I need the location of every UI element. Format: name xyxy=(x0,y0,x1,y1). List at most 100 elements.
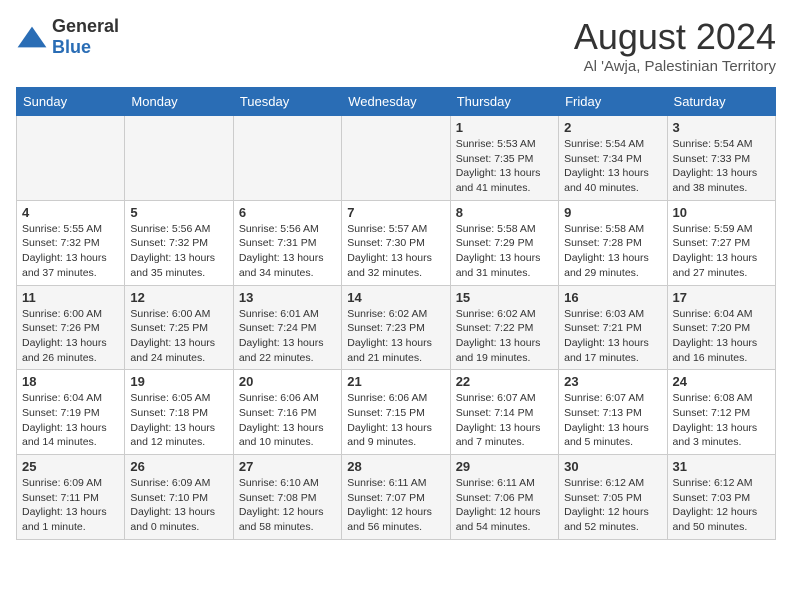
day-cell: 4Sunrise: 5:55 AMSunset: 7:32 PMDaylight… xyxy=(17,200,125,285)
day-number: 31 xyxy=(673,459,770,474)
weekday-header-tuesday: Tuesday xyxy=(233,88,341,116)
day-info: Sunrise: 6:09 AMSunset: 7:10 PMDaylight:… xyxy=(130,476,227,535)
day-cell: 25Sunrise: 6:09 AMSunset: 7:11 PMDayligh… xyxy=(17,455,125,540)
location: Al 'Awja, Palestinian Territory xyxy=(574,58,776,75)
day-number: 8 xyxy=(456,205,553,220)
day-cell: 12Sunrise: 6:00 AMSunset: 7:25 PMDayligh… xyxy=(125,285,233,370)
day-cell: 16 Sunrise: 6:03 AMSunset: 7:21 PMDayligh… xyxy=(559,285,667,370)
day-number: 10 xyxy=(673,205,770,220)
day-info: Sunrise: 6:11 AMSunset: 7:06 PMDaylight:… xyxy=(456,476,553,535)
day-cell: 14 Sunrise: 6:02 AMSunset: 7:23 PMDayligh… xyxy=(342,285,450,370)
day-cell: 9 Sunrise: 5:58 AMSunset: 7:28 PMDaylight… xyxy=(559,200,667,285)
day-cell: 8 Sunrise: 5:58 AMSunset: 7:29 PMDaylight… xyxy=(450,200,558,285)
day-info: Sunrise: 5:54 AMSunset: 7:33 PMDaylight:… xyxy=(673,137,770,196)
day-number: 22 xyxy=(456,374,553,389)
day-info: Sunrise: 6:12 AMSunset: 7:03 PMDaylight:… xyxy=(673,476,770,535)
weekday-header-monday: Monday xyxy=(125,88,233,116)
day-cell: 7Sunrise: 5:57 AMSunset: 7:30 PMDaylight… xyxy=(342,200,450,285)
day-cell: 26 Sunrise: 6:09 AMSunset: 7:10 PMDayligh… xyxy=(125,455,233,540)
week-row-5: 25Sunrise: 6:09 AMSunset: 7:11 PMDayligh… xyxy=(17,455,776,540)
title-area: August 2024 Al 'Awja, Palestinian Territ… xyxy=(574,16,776,75)
day-number: 9 xyxy=(564,205,661,220)
day-info: Sunrise: 6:05 AMSunset: 7:18 PMDaylight:… xyxy=(130,391,227,450)
day-info: Sunrise: 6:09 AMSunset: 7:11 PMDaylight:… xyxy=(22,476,119,535)
day-number: 18 xyxy=(22,374,119,389)
day-number: 24 xyxy=(673,374,770,389)
logo-icon xyxy=(16,25,48,49)
day-cell: 10Sunrise: 5:59 AMSunset: 7:27 PMDayligh… xyxy=(667,200,775,285)
header: General Blue August 2024 Al 'Awja, Pales… xyxy=(16,16,776,75)
day-cell xyxy=(233,116,341,201)
day-info: Sunrise: 6:07 AMSunset: 7:13 PMDaylight:… xyxy=(564,391,661,450)
day-number: 15 xyxy=(456,290,553,305)
day-number: 19 xyxy=(130,374,227,389)
day-cell: 30Sunrise: 6:12 AMSunset: 7:05 PMDayligh… xyxy=(559,455,667,540)
weekday-header-row: SundayMondayTuesdayWednesdayThursdayFrid… xyxy=(17,88,776,116)
logo-text-blue: Blue xyxy=(52,37,91,57)
day-info: Sunrise: 5:58 AMSunset: 7:28 PMDaylight:… xyxy=(564,222,661,281)
calendar-table: SundayMondayTuesdayWednesdayThursdayFrid… xyxy=(16,87,776,540)
day-number: 16 xyxy=(564,290,661,305)
week-row-4: 18 Sunrise: 6:04 AMSunset: 7:19 PMDayligh… xyxy=(17,370,776,455)
day-cell: 20 Sunrise: 6:06 AMSunset: 7:16 PMDayligh… xyxy=(233,370,341,455)
day-cell: 2 Sunrise: 5:54 AMSunset: 7:34 PMDaylight… xyxy=(559,116,667,201)
day-cell: 27Sunrise: 6:10 AMSunset: 7:08 PMDayligh… xyxy=(233,455,341,540)
day-number: 14 xyxy=(347,290,444,305)
day-info: Sunrise: 6:04 AMSunset: 7:20 PMDaylight:… xyxy=(673,307,770,366)
day-cell: 28 Sunrise: 6:11 AMSunset: 7:07 PMDayligh… xyxy=(342,455,450,540)
month-year: August 2024 xyxy=(574,16,776,58)
day-cell: 23Sunrise: 6:07 AMSunset: 7:13 PMDayligh… xyxy=(559,370,667,455)
day-number: 28 xyxy=(347,459,444,474)
day-cell: 22 Sunrise: 6:07 AMSunset: 7:14 PMDayligh… xyxy=(450,370,558,455)
day-info: Sunrise: 6:06 AMSunset: 7:16 PMDaylight:… xyxy=(239,391,336,450)
day-info: Sunrise: 6:01 AMSunset: 7:24 PMDaylight:… xyxy=(239,307,336,366)
week-row-3: 11 Sunrise: 6:00 AMSunset: 7:26 PMDayligh… xyxy=(17,285,776,370)
week-row-1: 1Sunrise: 5:53 AMSunset: 7:35 PMDaylight… xyxy=(17,116,776,201)
day-cell xyxy=(125,116,233,201)
day-number: 26 xyxy=(130,459,227,474)
day-number: 17 xyxy=(673,290,770,305)
day-info: Sunrise: 6:02 AMSunset: 7:23 PMDaylight:… xyxy=(347,307,444,366)
day-number: 6 xyxy=(239,205,336,220)
day-cell: 19 Sunrise: 6:05 AMSunset: 7:18 PMDayligh… xyxy=(125,370,233,455)
day-info: Sunrise: 5:58 AMSunset: 7:29 PMDaylight:… xyxy=(456,222,553,281)
weekday-header-wednesday: Wednesday xyxy=(342,88,450,116)
day-number: 11 xyxy=(22,290,119,305)
day-info: Sunrise: 5:56 AMSunset: 7:31 PMDaylight:… xyxy=(239,222,336,281)
day-cell xyxy=(342,116,450,201)
day-cell: 3 Sunrise: 5:54 AMSunset: 7:33 PMDaylight… xyxy=(667,116,775,201)
day-cell: 15 Sunrise: 6:02 AMSunset: 7:22 PMDayligh… xyxy=(450,285,558,370)
day-cell: 11 Sunrise: 6:00 AMSunset: 7:26 PMDayligh… xyxy=(17,285,125,370)
weekday-header-friday: Friday xyxy=(559,88,667,116)
day-number: 3 xyxy=(673,120,770,135)
day-number: 2 xyxy=(564,120,661,135)
day-number: 4 xyxy=(22,205,119,220)
day-number: 30 xyxy=(564,459,661,474)
day-cell xyxy=(17,116,125,201)
day-info: Sunrise: 6:00 AMSunset: 7:25 PMDaylight:… xyxy=(130,307,227,366)
day-info: Sunrise: 5:53 AMSunset: 7:35 PMDaylight:… xyxy=(456,137,553,196)
day-info: Sunrise: 6:00 AMSunset: 7:26 PMDaylight:… xyxy=(22,307,119,366)
weekday-header-saturday: Saturday xyxy=(667,88,775,116)
day-number: 5 xyxy=(130,205,227,220)
day-number: 13 xyxy=(239,290,336,305)
day-number: 27 xyxy=(239,459,336,474)
day-info: Sunrise: 5:56 AMSunset: 7:32 PMDaylight:… xyxy=(130,222,227,281)
day-info: Sunrise: 6:11 AMSunset: 7:07 PMDaylight:… xyxy=(347,476,444,535)
day-cell: 31 Sunrise: 6:12 AMSunset: 7:03 PMDayligh… xyxy=(667,455,775,540)
day-info: Sunrise: 5:54 AMSunset: 7:34 PMDaylight:… xyxy=(564,137,661,196)
day-info: Sunrise: 6:02 AMSunset: 7:22 PMDaylight:… xyxy=(456,307,553,366)
day-number: 20 xyxy=(239,374,336,389)
day-cell: 29Sunrise: 6:11 AMSunset: 7:06 PMDayligh… xyxy=(450,455,558,540)
day-cell: 21Sunrise: 6:06 AMSunset: 7:15 PMDayligh… xyxy=(342,370,450,455)
day-cell: 5 Sunrise: 5:56 AMSunset: 7:32 PMDaylight… xyxy=(125,200,233,285)
day-info: Sunrise: 6:08 AMSunset: 7:12 PMDaylight:… xyxy=(673,391,770,450)
weekday-header-thursday: Thursday xyxy=(450,88,558,116)
day-info: Sunrise: 6:07 AMSunset: 7:14 PMDaylight:… xyxy=(456,391,553,450)
day-cell: 17 Sunrise: 6:04 AMSunset: 7:20 PMDayligh… xyxy=(667,285,775,370)
day-cell: 13 Sunrise: 6:01 AMSunset: 7:24 PMDayligh… xyxy=(233,285,341,370)
logo: General Blue xyxy=(16,16,119,58)
day-info: Sunrise: 6:03 AMSunset: 7:21 PMDaylight:… xyxy=(564,307,661,366)
day-info: Sunrise: 6:04 AMSunset: 7:19 PMDaylight:… xyxy=(22,391,119,450)
week-row-2: 4Sunrise: 5:55 AMSunset: 7:32 PMDaylight… xyxy=(17,200,776,285)
